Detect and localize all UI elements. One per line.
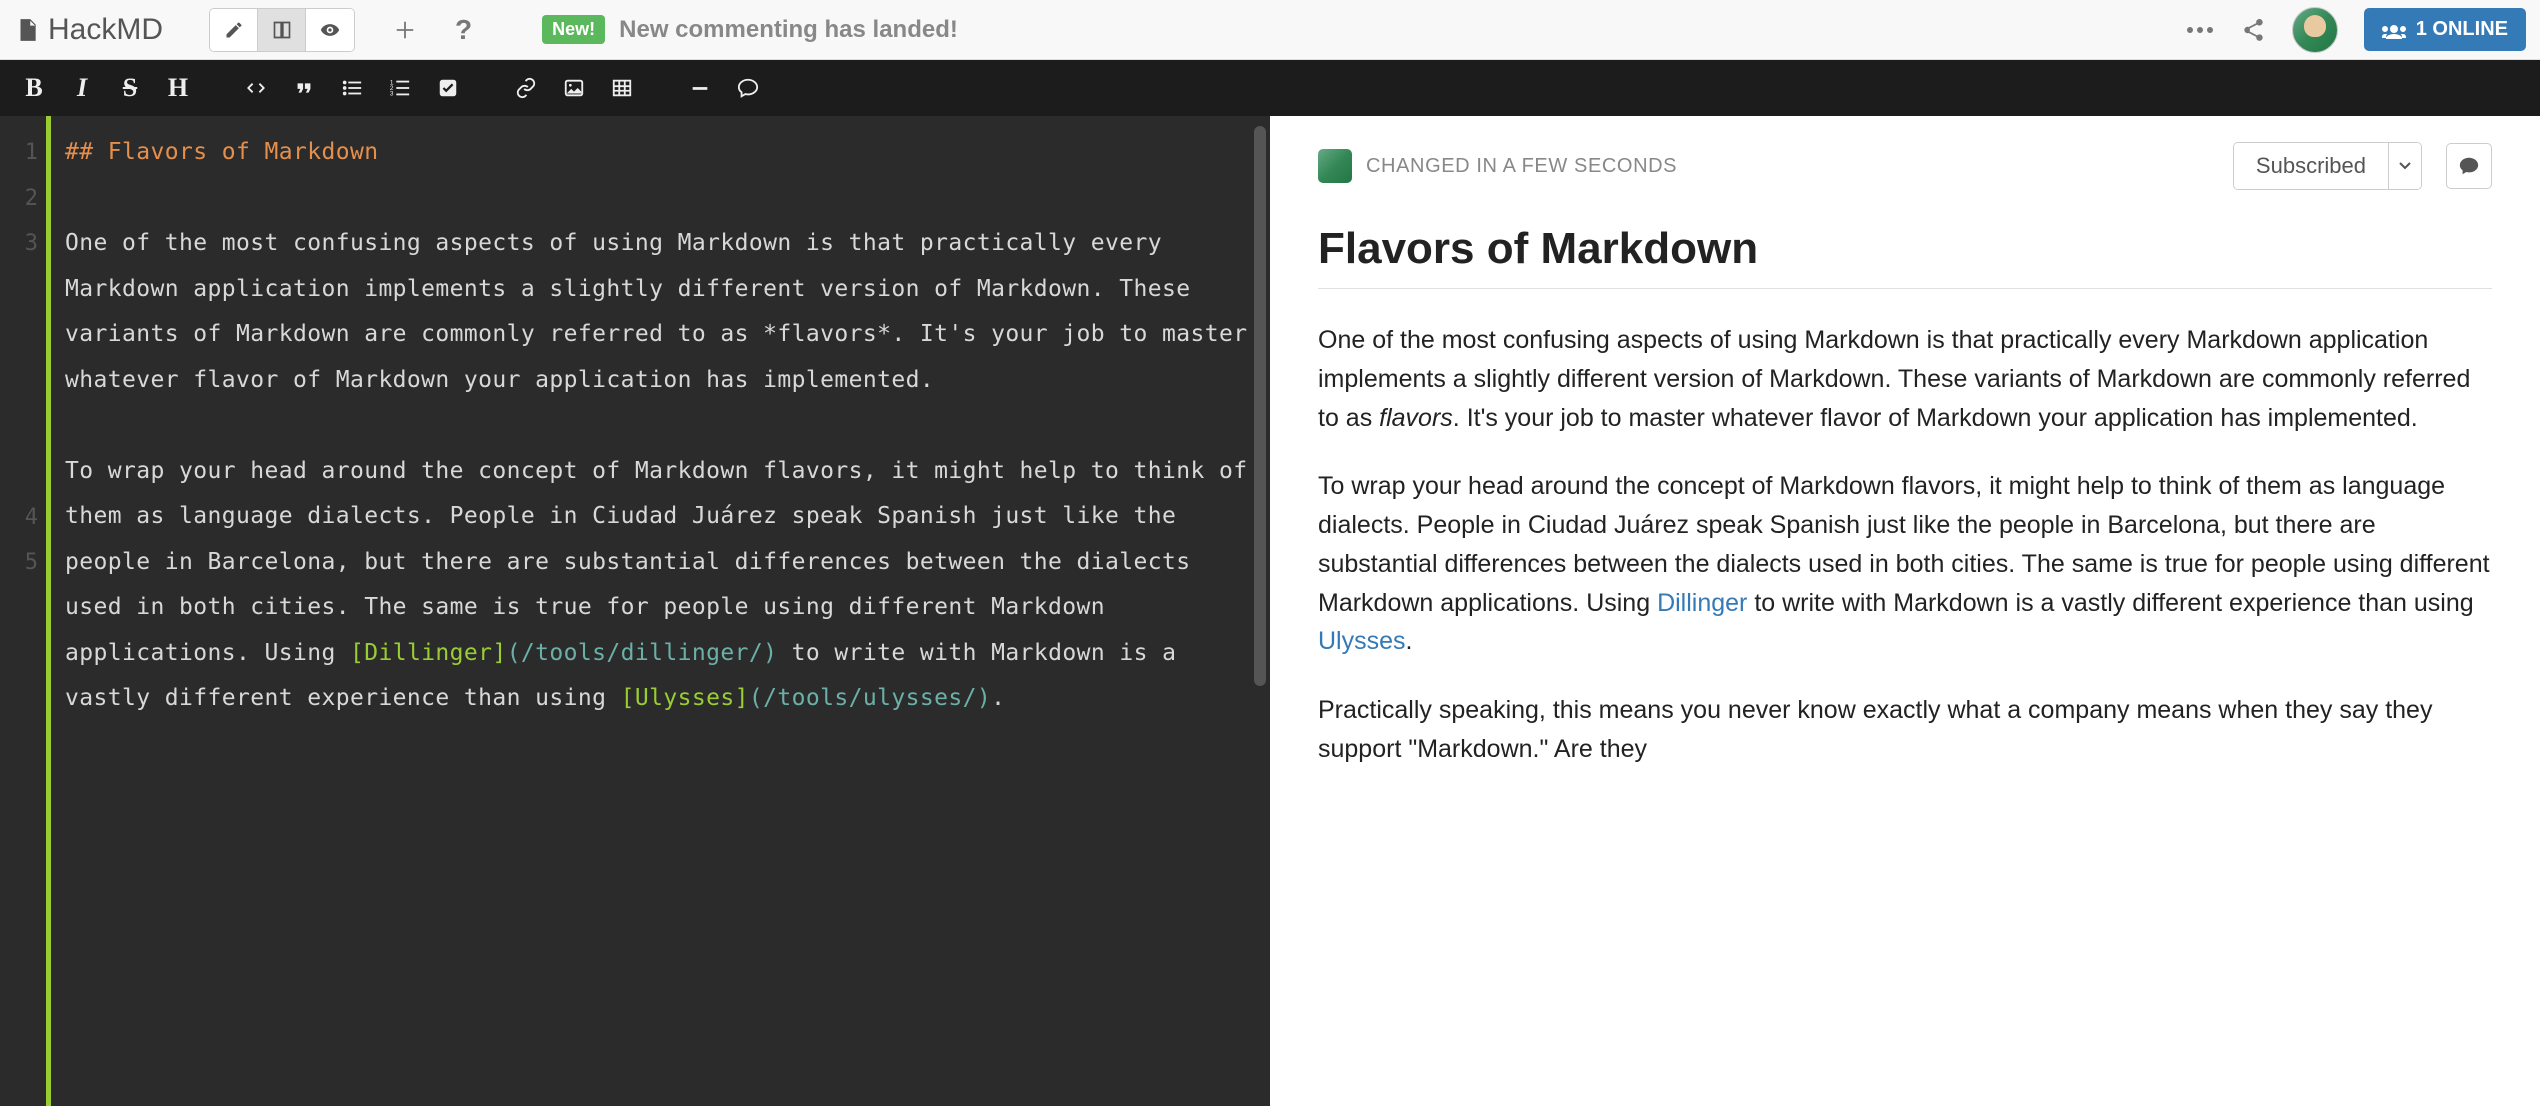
- table-button[interactable]: [598, 64, 646, 112]
- link-icon: [515, 77, 537, 99]
- preview-link-ulysses[interactable]: Ulysses: [1318, 627, 1406, 655]
- view-mode-toggle: [209, 8, 355, 52]
- italic-icon: I: [77, 73, 87, 103]
- line-number: [0, 267, 46, 495]
- pencil-icon: [224, 20, 244, 40]
- last-changed-text: CHANGED IN A FEW SECONDS: [1366, 155, 1677, 178]
- image-button[interactable]: [550, 64, 598, 112]
- subscribe-button[interactable]: Subscribed: [2234, 143, 2389, 189]
- minus-icon: [689, 77, 711, 99]
- image-icon: [563, 77, 585, 99]
- code-editor[interactable]: ## Flavors of Markdown One of the most c…: [51, 116, 1270, 1106]
- app-header: HackMD ? New! New commenting has landed!…: [0, 0, 2540, 60]
- file-icon: [14, 14, 40, 46]
- comment-icon: [2458, 155, 2480, 177]
- view-preview-button[interactable]: [306, 9, 354, 51]
- code-icon: [245, 77, 267, 99]
- scrollbar-thumb[interactable]: [1254, 126, 1266, 686]
- editor-avatar[interactable]: [1318, 149, 1352, 183]
- logo[interactable]: HackMD: [14, 13, 163, 47]
- status-info: CHANGED IN A FEW SECONDS: [1318, 149, 1677, 183]
- logo-text: HackMD: [48, 13, 163, 47]
- preview-paragraph: Practically speaking, this means you nev…: [1318, 691, 2492, 769]
- help-button[interactable]: ?: [455, 14, 472, 46]
- chevron-down-icon: [2399, 162, 2411, 170]
- preview-heading: Flavors of Markdown: [1318, 224, 2492, 289]
- md-link-text: [Dillinger]: [350, 640, 507, 666]
- italic-button[interactable]: I: [58, 64, 106, 112]
- hr-button[interactable]: [676, 64, 724, 112]
- view-edit-button[interactable]: [210, 9, 258, 51]
- md-text: .: [991, 685, 1005, 711]
- line-number: 3: [0, 221, 46, 267]
- editor-toolbar: B I S H 123: [0, 60, 2540, 116]
- preview-paragraph: One of the most confusing aspects of usi…: [1318, 321, 2492, 437]
- new-badge: New!: [542, 15, 605, 44]
- more-icon[interactable]: [2186, 26, 2214, 34]
- user-avatar[interactable]: [2292, 7, 2338, 53]
- preview-link-dillinger[interactable]: Dillinger: [1657, 589, 1747, 617]
- heading-icon: H: [168, 73, 188, 103]
- columns-icon: [272, 20, 292, 40]
- editor-pane[interactable]: 1 2 3 4 5 ## Flavors of Markdown One of …: [0, 116, 1270, 1106]
- strike-button[interactable]: S: [106, 64, 154, 112]
- share-icon[interactable]: [2240, 17, 2266, 43]
- comment-icon: [737, 77, 759, 99]
- line-number: 4: [0, 495, 46, 541]
- view-split-button[interactable]: [258, 9, 306, 51]
- olist-button[interactable]: 123: [376, 64, 424, 112]
- link-button[interactable]: [502, 64, 550, 112]
- add-button[interactable]: [385, 10, 425, 50]
- preview-status-row: CHANGED IN A FEW SECONDS Subscribed: [1318, 142, 2492, 190]
- line-number: 1: [0, 130, 46, 176]
- online-users-button[interactable]: 1 ONLINE: [2364, 8, 2526, 51]
- line-number: 2: [0, 176, 46, 222]
- checklist-button[interactable]: [424, 64, 472, 112]
- md-link-text: [Ulysses]: [621, 685, 749, 711]
- md-heading: ## Flavors of Markdown: [65, 139, 378, 165]
- table-icon: [611, 77, 633, 99]
- preview-pane: CHANGED IN A FEW SECONDS Subscribed Flav…: [1270, 116, 2540, 1106]
- online-count-label: 1 ONLINE: [2416, 18, 2508, 41]
- preview-paragraph: To wrap your head around the concept of …: [1318, 467, 2492, 661]
- ulist-button[interactable]: [328, 64, 376, 112]
- users-icon: [2382, 21, 2406, 39]
- svg-text:3: 3: [390, 90, 394, 97]
- main-split: 1 2 3 4 5 ## Flavors of Markdown One of …: [0, 116, 2540, 1106]
- preview-body: Flavors of Markdown One of the most conf…: [1318, 224, 2492, 769]
- quote-icon: [293, 77, 315, 99]
- news-text[interactable]: New commenting has landed!: [619, 16, 958, 44]
- comment-button[interactable]: [724, 64, 772, 112]
- line-gutter: 1 2 3 4 5: [0, 116, 46, 1106]
- strike-icon: S: [123, 73, 137, 103]
- quote-button[interactable]: [280, 64, 328, 112]
- heading-button[interactable]: H: [154, 64, 202, 112]
- check-square-icon: [437, 77, 459, 99]
- md-text: To wrap your head around the concept of …: [65, 458, 1262, 666]
- header-right: 1 ONLINE: [2186, 7, 2526, 53]
- subscribe-group: Subscribed: [2233, 142, 2422, 190]
- status-actions: Subscribed: [2233, 142, 2492, 190]
- comments-panel-button[interactable]: [2446, 143, 2492, 189]
- md-link-url: (/tools/dillinger/): [507, 640, 778, 666]
- list-ol-icon: 123: [389, 77, 411, 99]
- md-link-url: (/tools/ulysses/): [749, 685, 991, 711]
- preview-em: flavors: [1379, 404, 1453, 432]
- bold-button[interactable]: B: [10, 64, 58, 112]
- md-paragraph: One of the most confusing aspects of usi…: [65, 230, 1262, 393]
- code-button[interactable]: [232, 64, 280, 112]
- list-ul-icon: [341, 77, 363, 99]
- line-number: 5: [0, 540, 46, 586]
- eye-icon: [320, 20, 340, 40]
- subscribe-dropdown[interactable]: [2389, 143, 2421, 189]
- bold-icon: B: [25, 73, 42, 103]
- plus-icon: [394, 19, 416, 41]
